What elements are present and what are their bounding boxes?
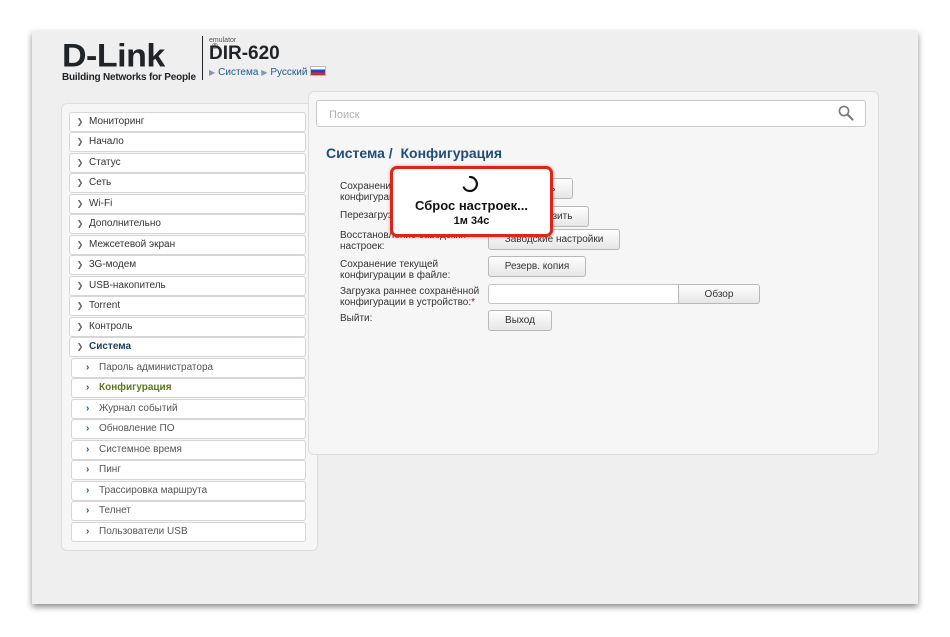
search-box[interactable]: [316, 100, 866, 127]
chevron-right-circle-icon: ❯: [76, 137, 84, 146]
sidebar-item-advanced[interactable]: ❯ Дополнительно: [69, 214, 306, 234]
title-parent: Система /: [326, 145, 393, 161]
sidebar-item-label: Начало: [89, 136, 124, 147]
header-breadcrumb: ▶ Система ▶ Русский: [209, 66, 327, 78]
language-selector[interactable]: Русский: [270, 67, 307, 78]
sidebar-item-label: Статус: [89, 157, 121, 168]
label-line-text: конфигурации в устройство:: [340, 297, 472, 308]
chevron-right-circle-icon: ❯: [76, 240, 84, 249]
sidebar-subitem-firmware-update[interactable]: › Обновление ПО: [71, 419, 306, 439]
chevron-right-icon: ›: [86, 382, 90, 393]
logout-label: Выйти:: [340, 313, 373, 324]
chevron-right-circle-icon: ❯: [76, 219, 84, 228]
reset-progress-popup: Сброс настроек... 1м 34с: [390, 166, 553, 237]
chevron-right-icon: ›: [86, 403, 90, 414]
required-mark: *: [471, 297, 476, 308]
chevron-right-circle-icon: ❯: [76, 117, 84, 126]
label-line: Сохранение текущей: [340, 259, 439, 270]
chevron-right-circle-icon: ❯: [76, 158, 84, 167]
sidebar-item-control[interactable]: ❯ Контроль: [69, 317, 306, 337]
sidebar-item-label: Wi-Fi: [89, 198, 113, 209]
backup-label: Сохранение текущей конфигурации в файле:: [340, 259, 450, 281]
sidebar-item-label: Межсетевой экран: [89, 239, 176, 250]
sidebar-item-firewall[interactable]: ❯ Межсетевой экран: [69, 235, 306, 255]
header-crumb-system[interactable]: Система: [218, 67, 258, 78]
popup-timer: 1м 34с: [453, 215, 490, 227]
page-title: Система / Конфигурация: [326, 145, 502, 161]
sidebar-item-network[interactable]: ❯ Сеть: [69, 173, 306, 193]
chevron-right-icon: ›: [86, 464, 90, 475]
triangle-right-icon: ▶: [209, 68, 216, 77]
chevron-right-icon: ›: [86, 526, 90, 537]
dlink-logo[interactable]: D-Link ® Building Networks for People: [62, 37, 218, 83]
browse-button[interactable]: Обзор: [678, 284, 760, 304]
title-current: Конфигурация: [400, 145, 503, 161]
loading-spinner-icon: [462, 175, 478, 193]
logo-wordmark: D-Link: [62, 37, 165, 75]
chevron-right-icon: ›: [86, 505, 90, 516]
sidebar-menu: ❯ Мониторинг ❯ Начало ❯ Статус ❯ Сеть ❯ …: [61, 103, 318, 551]
sidebar-subitem-telnet[interactable]: › Телнет: [71, 501, 306, 521]
sidebar-item-label: Torrent: [89, 300, 121, 311]
chevron-right-icon: ›: [86, 423, 90, 434]
device-model: DIR-620: [209, 43, 280, 64]
sidebar-subitem-label: Журнал событий: [99, 403, 178, 414]
search-input[interactable]: [327, 106, 811, 124]
chevron-right-circle-icon: ❯: [76, 281, 84, 290]
russia-flag-icon[interactable]: [310, 66, 327, 76]
chevron-right-circle-icon: ❯: [76, 260, 84, 269]
sidebar-item-label: 3G-модем: [89, 259, 137, 270]
sidebar-subitem-usb-users[interactable]: › Пользователи USB: [71, 522, 306, 542]
chevron-right-icon: ›: [86, 485, 90, 496]
sidebar-item-system[interactable]: ❯ Система: [69, 337, 306, 357]
sidebar-subitem-label: Трассировка маршрута: [99, 485, 208, 496]
sidebar-item-3g-modem[interactable]: ❯ 3G-модем: [69, 255, 306, 275]
sidebar-item-label: Сеть: [89, 177, 112, 188]
label-line: настроек:: [340, 241, 385, 252]
sidebar-subitem-label: Пользователи USB: [99, 526, 188, 537]
chevron-right-circle-icon: ❯: [76, 199, 84, 208]
sidebar-item-monitoring[interactable]: ❯ Мониторинг: [69, 112, 306, 132]
sidebar-subitem-admin-password[interactable]: › Пароль администратора: [71, 358, 306, 378]
chevron-right-circle-icon: ❯: [76, 178, 84, 187]
sidebar-item-status[interactable]: ❯ Статус: [69, 153, 306, 173]
sidebar-item-label: Система: [89, 341, 132, 352]
chevron-right-circle-icon: ❯: [76, 322, 84, 331]
sidebar-subitem-label: Конфигурация: [99, 382, 172, 393]
sidebar-subitem-label: Пинг: [99, 464, 121, 475]
chevron-right-icon: ›: [86, 444, 90, 455]
sidebar-subitem-label: Системное время: [99, 444, 182, 455]
chevron-right-icon: ›: [86, 362, 90, 373]
config-file-field[interactable]: [488, 284, 678, 304]
sidebar-subitem-traceroute[interactable]: › Трассировка маршрута: [71, 481, 306, 501]
label-line: конфигурации в файле:: [340, 270, 451, 281]
sidebar-item-label: USB-накопитель: [89, 280, 166, 291]
sidebar-subitem-event-log[interactable]: › Журнал событий: [71, 399, 306, 419]
sidebar-subitem-system-time[interactable]: › Системное время: [71, 440, 306, 460]
chevron-right-circle-icon: ❯: [76, 301, 84, 310]
backup-button[interactable]: Резерв. копия: [488, 256, 586, 277]
chevron-down-circle-icon: ❯: [76, 342, 84, 351]
label-line: Загрузка раннее сохранённой: [340, 286, 480, 297]
sidebar-item-usb-storage[interactable]: ❯ USB-накопитель: [69, 276, 306, 296]
triangle-right-icon: ▶: [261, 68, 268, 77]
sidebar-subitem-label: Пароль администратора: [99, 362, 214, 373]
popup-message: Сброс настроек...: [415, 198, 528, 213]
sidebar-item-start[interactable]: ❯ Начало: [69, 132, 306, 152]
sidebar-item-label: Мониторинг: [89, 116, 145, 127]
sidebar-item-torrent[interactable]: ❯ Torrent: [69, 296, 306, 316]
router-web-ui: D-Link ® Building Networks for People em…: [32, 31, 918, 604]
sidebar-item-label: Контроль: [89, 321, 133, 332]
sidebar-subitem-label: Телнет: [99, 505, 131, 516]
sidebar-subitem-ping[interactable]: › Пинг: [71, 460, 306, 480]
sidebar-subitem-label: Обновление ПО: [99, 423, 175, 434]
logout-button[interactable]: Выход: [488, 310, 552, 331]
label-line: конфигурации в устройство:*: [340, 297, 479, 308]
header-divider: [202, 36, 203, 80]
sidebar-item-label: Дополнительно: [89, 218, 161, 229]
sidebar-subitem-configuration[interactable]: › Конфигурация: [71, 378, 306, 398]
restore-label: Загрузка раннее сохранённой конфигурации…: [340, 286, 479, 308]
sidebar-item-wifi[interactable]: ❯ Wi-Fi: [69, 194, 306, 214]
search-icon[interactable]: [837, 104, 855, 122]
